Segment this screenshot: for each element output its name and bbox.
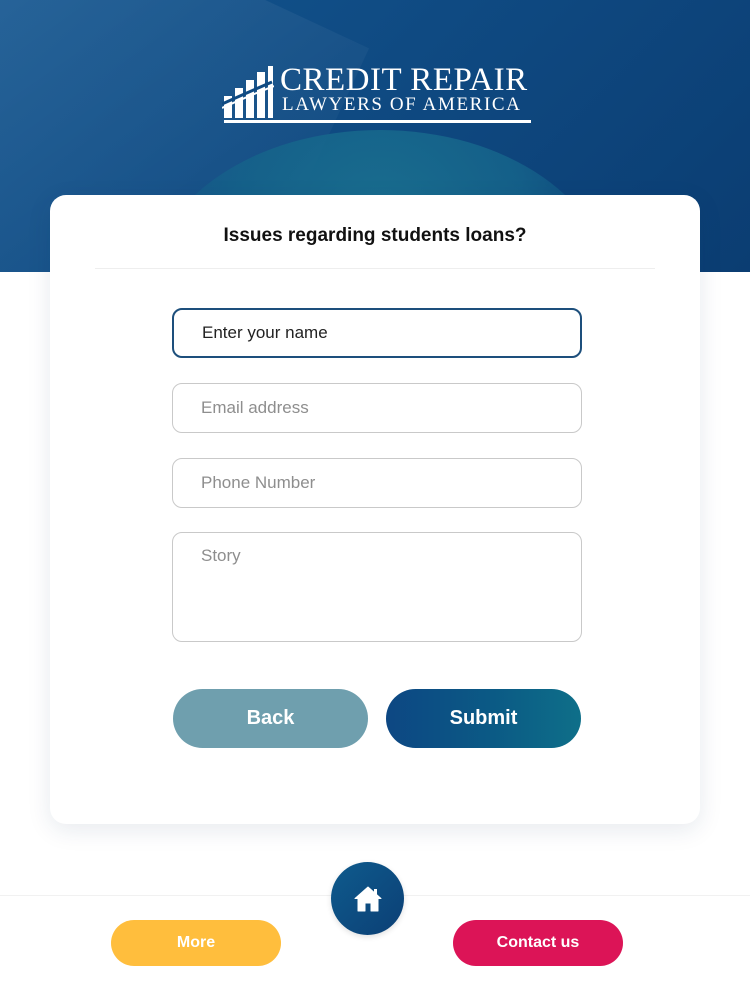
title-divider [95, 268, 655, 269]
name-input[interactable] [172, 308, 582, 358]
building-chart-logo-icon [222, 66, 274, 118]
brand-logo: CREDIT REPAIR LAWYERS OF AMERICA [222, 62, 532, 126]
submit-button[interactable]: Submit [386, 689, 581, 748]
contact-us-button[interactable]: Contact us [453, 920, 623, 966]
more-button[interactable]: More [111, 920, 281, 966]
brand-name-line2: LAWYERS OF AMERICA [282, 94, 522, 115]
form-title: Issues regarding students loans? [223, 225, 527, 246]
brand-name-line1: CREDIT REPAIR [280, 62, 528, 98]
home-button[interactable] [331, 862, 404, 935]
brand-underline [224, 120, 531, 123]
phone-input[interactable] [172, 458, 582, 508]
back-button[interactable]: Back [173, 689, 368, 748]
email-input[interactable] [172, 383, 582, 433]
story-textarea[interactable] [172, 532, 582, 642]
form-card: Issues regarding students loans? Back Su… [50, 195, 700, 824]
home-icon [354, 886, 381, 911]
